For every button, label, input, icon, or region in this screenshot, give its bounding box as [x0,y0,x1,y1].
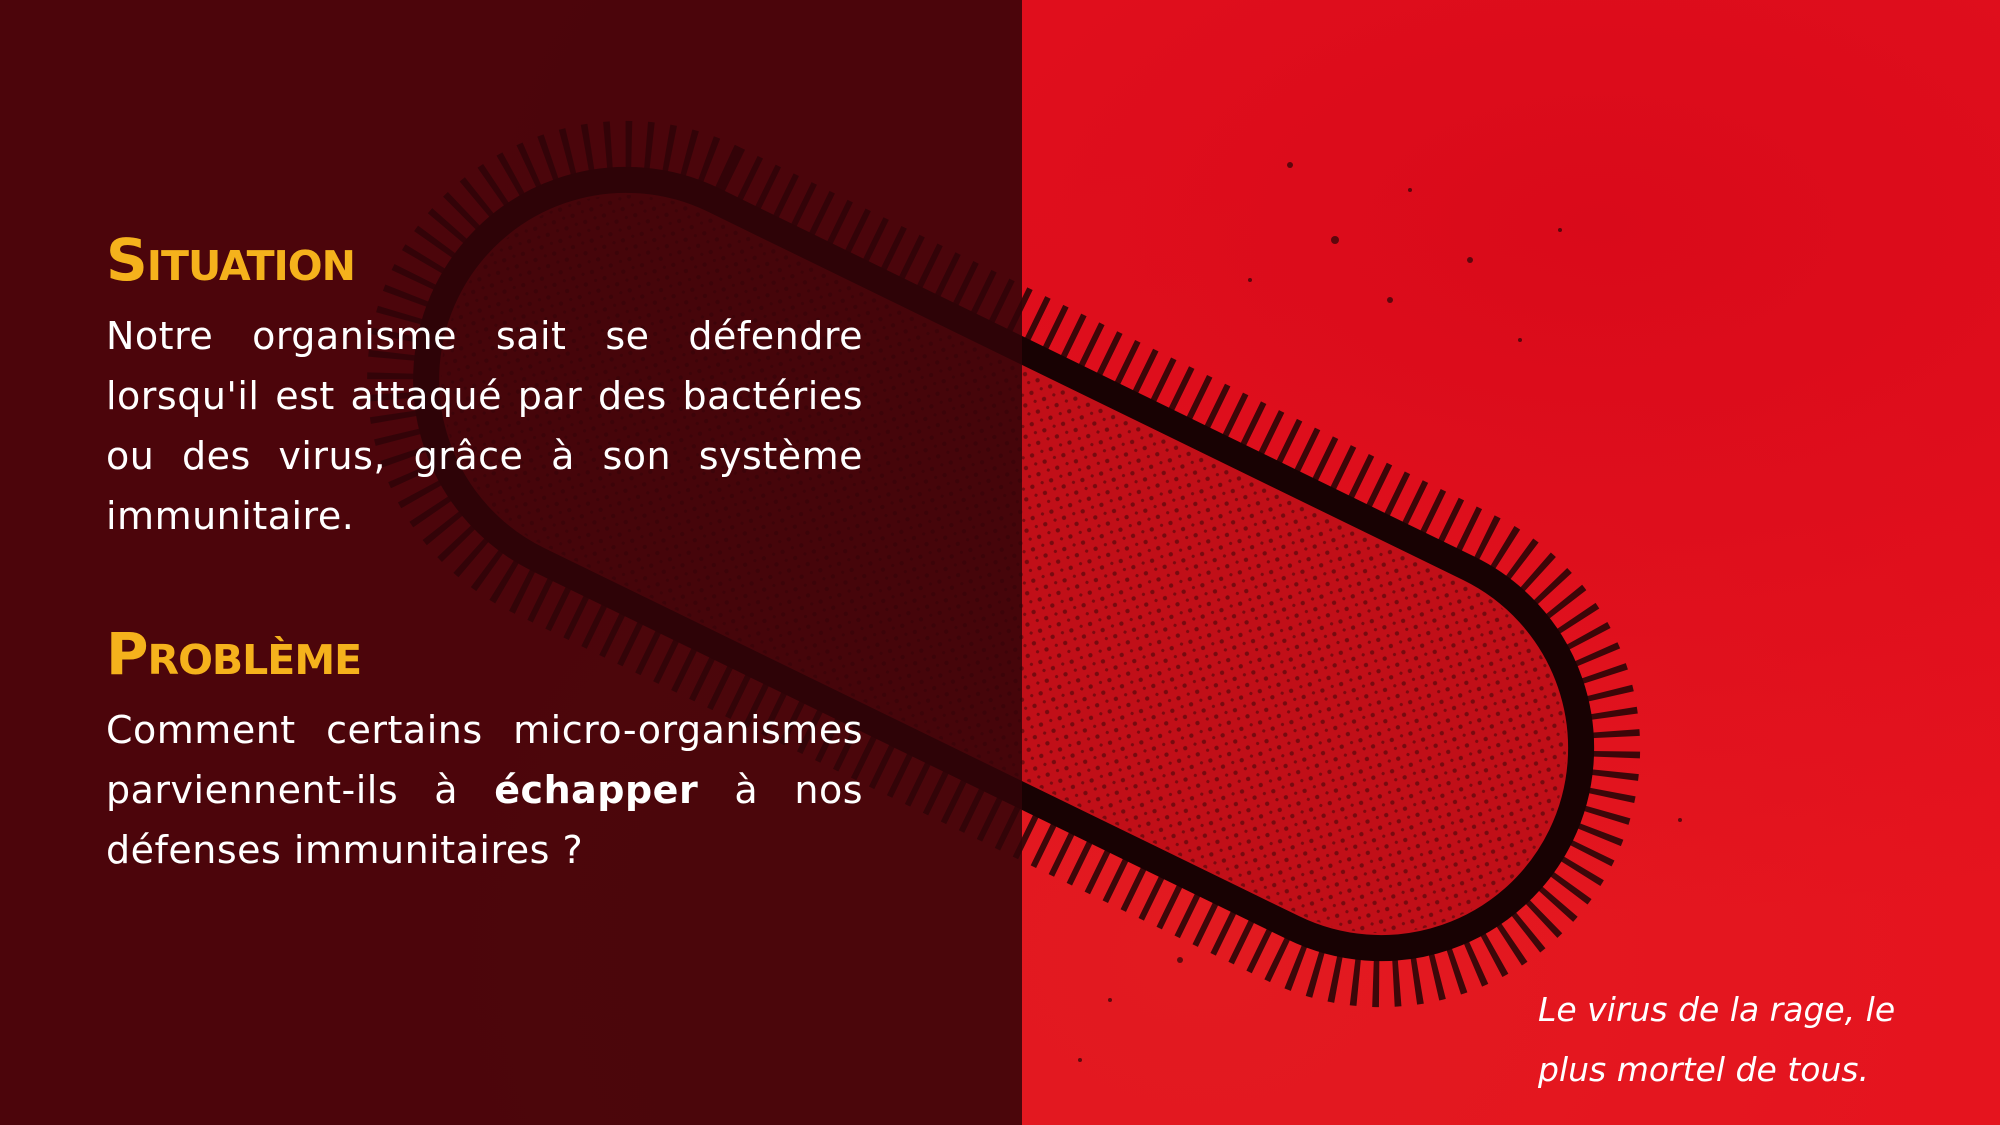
probleme-text: Comment certains micro-organismes parvie… [106,700,863,880]
caption-line-1: Le virus de la rage, le [1538,990,1896,1029]
slide: Situation Notre organisme sait se défend… [0,0,2000,1125]
image-caption: Le virus de la rage, le plus mortel de t… [1538,980,1958,1100]
probleme-text-bold: échapper [494,768,699,812]
situation-heading: Situation [106,226,356,294]
slide-content: Situation Notre organisme sait se défend… [106,222,863,880]
caption-line-2: plus mortel de tous. [1538,1050,1869,1089]
probleme-heading: Problème [106,620,362,688]
situation-text: Notre organisme sait se défendre lorsqu'… [106,314,863,538]
